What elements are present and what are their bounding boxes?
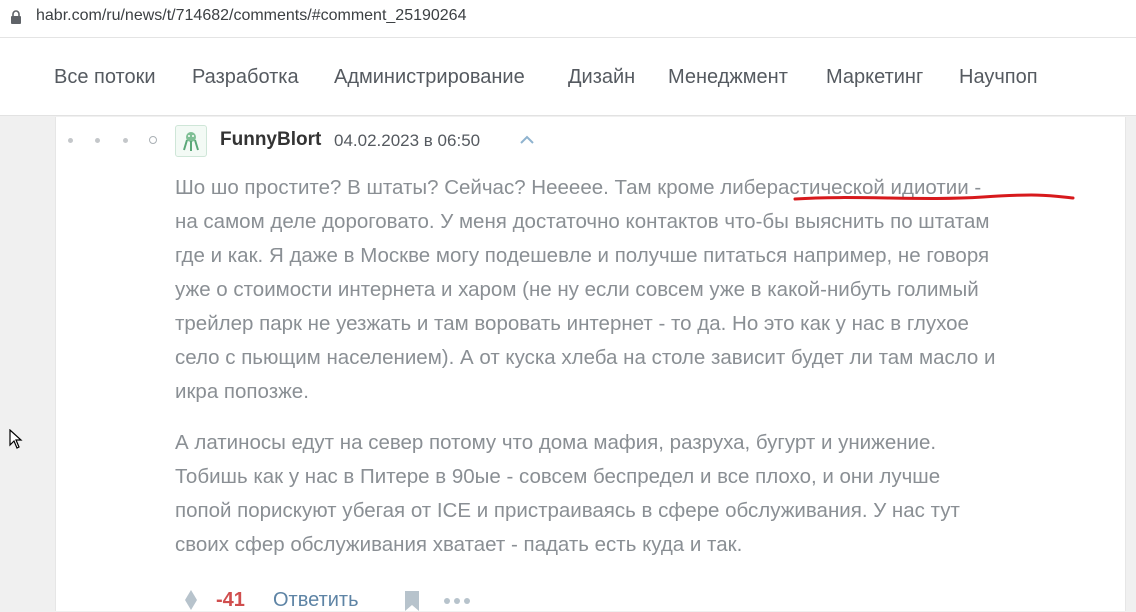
nav-item-marketing[interactable]: Маркетинг	[826, 66, 923, 89]
nav-item-administration[interactable]: Администрирование	[334, 66, 525, 89]
nav-item-popular-science[interactable]: Научпоп	[959, 66, 1038, 89]
comment-score: -41	[216, 589, 245, 611]
chevron-up-icon[interactable]	[519, 133, 535, 145]
comment-line: икра попозже.	[175, 380, 309, 403]
more-icon[interactable]	[443, 597, 471, 605]
comment-line: попой порискуют убегая от ICE и пристраи…	[175, 499, 960, 522]
comment-paragraph-1: Шо шо простите? В штаты? Сейчас? Нееееe.…	[175, 171, 1115, 409]
comment-line: уже о стоимости интернета и харом (не ну…	[175, 278, 979, 301]
thread-level-dot[interactable]	[123, 138, 128, 143]
red-underline-annotation	[793, 193, 1075, 201]
comment-timestamp[interactable]: 04.02.2023 в 06:50	[334, 131, 480, 151]
nav-item-management[interactable]: Менеджмент	[668, 66, 788, 89]
avatar[interactable]	[175, 125, 207, 157]
comment-line: Тобишь как у нас в Питере в 90ые - совсе…	[175, 465, 941, 488]
thread-level-dot[interactable]	[95, 138, 100, 143]
comment-line: А латиносы едут на север потому что дома…	[175, 431, 937, 454]
mouse-cursor-icon	[9, 429, 23, 449]
comment-paragraph-2: А латиносы едут на север потому что дома…	[175, 426, 1115, 562]
address-bar[interactable]: habr.com/ru/news/t/714682/comments/#comm…	[0, 0, 1136, 38]
comment-line: своих сфер обслуживания хватает - падать…	[175, 533, 743, 556]
topics-nav: Все потоки Разработка Администрирование …	[0, 38, 1136, 116]
vote-icon[interactable]	[184, 589, 198, 611]
thread-level-dot[interactable]	[68, 138, 73, 143]
bookmark-icon[interactable]	[403, 590, 421, 612]
comment-line: на самом деле дороговато. У меня достато…	[175, 210, 990, 233]
comment-author[interactable]: FunnyBlort	[220, 129, 321, 151]
url-text[interactable]: habr.com/ru/news/t/714682/comments/#comm…	[36, 7, 466, 25]
nav-item-all-flows[interactable]: Все потоки	[54, 66, 156, 89]
comment-line: трейлер парк не уезжать и там воровать и…	[175, 312, 969, 335]
reply-button[interactable]: Ответить	[273, 589, 359, 612]
comment-line: где и как. Я даже в Москве могу подешевл…	[175, 244, 990, 267]
nav-item-development[interactable]: Разработка	[192, 66, 299, 89]
nav-item-design[interactable]: Дизайн	[568, 66, 635, 89]
avatar-icon	[183, 132, 199, 151]
lock-icon	[11, 10, 21, 24]
comment-line: село с пьющим населением). А от куска хл…	[175, 346, 996, 369]
thread-level-ring[interactable]	[149, 136, 157, 144]
